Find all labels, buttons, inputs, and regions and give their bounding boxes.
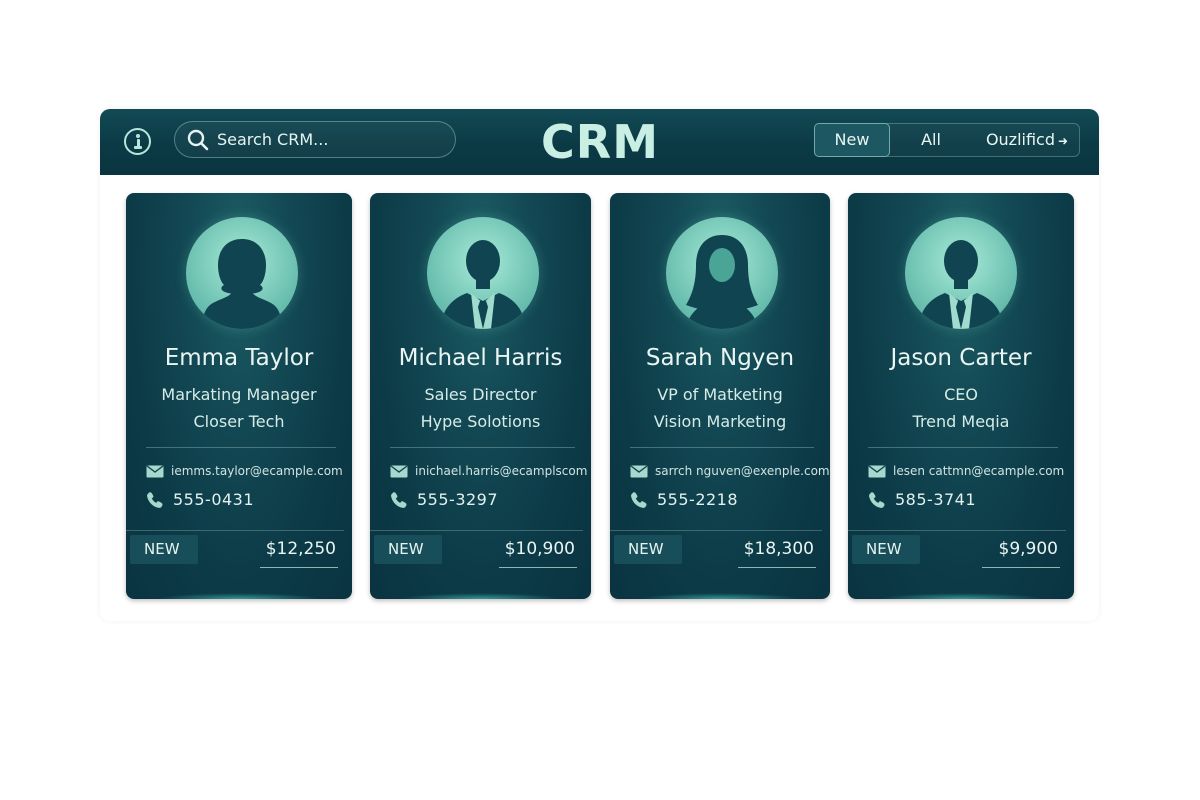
contact-card[interactable]: Jason Carter CEO Trend Meqia lesen cattm… xyxy=(848,193,1074,599)
phone-icon xyxy=(391,492,407,508)
contact-role: Sales Director xyxy=(424,385,537,404)
value-underline xyxy=(499,567,577,568)
card-glow xyxy=(400,593,561,599)
contact-phone[interactable]: 555-0431 xyxy=(173,490,254,509)
card-glow xyxy=(156,593,322,599)
deal-value: $9,900 xyxy=(998,539,1058,559)
contact-phone[interactable]: 555-2218 xyxy=(657,490,738,509)
divider xyxy=(610,530,822,531)
avatar xyxy=(186,217,298,329)
contact-email[interactable]: iemms.taylor@ecample.com xyxy=(171,464,347,478)
deal-value: $10,900 xyxy=(504,539,575,559)
contact-company: Hype Solotions xyxy=(420,412,541,431)
divider xyxy=(630,447,814,448)
phone-icon xyxy=(147,492,163,508)
info-icon[interactable] xyxy=(124,128,151,155)
contact-email[interactable]: inichael.harris@ecamplscom xyxy=(415,464,591,478)
contact-role: VP of Matketing xyxy=(657,385,783,404)
tab-all[interactable]: All xyxy=(895,124,967,156)
page-title: CRM xyxy=(541,115,659,169)
value-underline xyxy=(260,567,338,568)
divider xyxy=(146,447,336,448)
contact-name: Jason Carter xyxy=(890,345,1032,371)
avatar xyxy=(666,217,778,329)
mail-icon xyxy=(390,465,408,478)
status-badge: NEW xyxy=(130,535,198,564)
crm-app-window: CRM New All Ouzlificd➜ Emma Taylor Marka… xyxy=(100,109,1099,621)
phone-icon xyxy=(869,492,885,508)
mail-icon xyxy=(868,465,886,478)
card-glow xyxy=(878,593,1044,599)
contact-name: Sarah Ngyen xyxy=(645,345,795,371)
contact-phone[interactable]: 555-3297 xyxy=(417,490,498,509)
contact-card[interactable]: Emma Taylor Markating Manager Closer Tec… xyxy=(126,193,352,599)
filter-tabs: New All Ouzlificd ➜ xyxy=(814,123,1080,157)
mail-icon xyxy=(146,465,164,478)
tab-qualified[interactable]: Ouzlificd ➜ xyxy=(975,124,1079,156)
avatar xyxy=(905,217,1017,329)
divider xyxy=(370,530,583,531)
search-input[interactable] xyxy=(217,127,437,152)
deal-value: $18,300 xyxy=(743,539,814,559)
contact-role: CEO xyxy=(944,385,978,404)
status-badge: NEW xyxy=(374,535,442,564)
value-underline xyxy=(738,567,816,568)
phone-icon xyxy=(631,492,647,508)
mail-icon xyxy=(630,465,648,478)
deal-value: $12,250 xyxy=(265,539,336,559)
divider xyxy=(126,530,344,531)
status-badge: NEW xyxy=(852,535,920,564)
contact-email[interactable]: lesen cattmn@ecample.com xyxy=(893,464,1069,478)
contact-company: Vision Marketing xyxy=(653,412,787,431)
divider xyxy=(868,447,1058,448)
tab-new[interactable]: New xyxy=(814,123,890,157)
contact-role: Markating Manager xyxy=(161,385,317,404)
avatar xyxy=(427,217,539,329)
contact-card[interactable]: Sarah Ngyen VP of Matketing Vision Marke… xyxy=(610,193,830,599)
contact-name: Emma Taylor xyxy=(164,345,314,371)
divider xyxy=(390,447,575,448)
contact-phone[interactable]: 585-3741 xyxy=(895,490,976,509)
contact-company: Closer Tech xyxy=(193,412,285,431)
divider xyxy=(848,530,1066,531)
value-underline xyxy=(982,567,1060,568)
contact-name: Michael Harris xyxy=(398,345,563,371)
card-glow xyxy=(640,593,800,599)
header-bar: CRM New All Ouzlificd➜ xyxy=(100,109,1099,175)
contact-company: Trend Meqia xyxy=(912,412,1010,431)
contact-card[interactable]: Michael Harris Sales Director Hype Solot… xyxy=(370,193,591,599)
search-icon xyxy=(187,129,209,151)
search-box[interactable] xyxy=(174,121,456,158)
arrow-right-icon: ➜ xyxy=(1058,134,1069,148)
status-badge: NEW xyxy=(614,535,682,564)
contact-email[interactable]: sarrch nguven@exenple.com xyxy=(655,464,830,478)
